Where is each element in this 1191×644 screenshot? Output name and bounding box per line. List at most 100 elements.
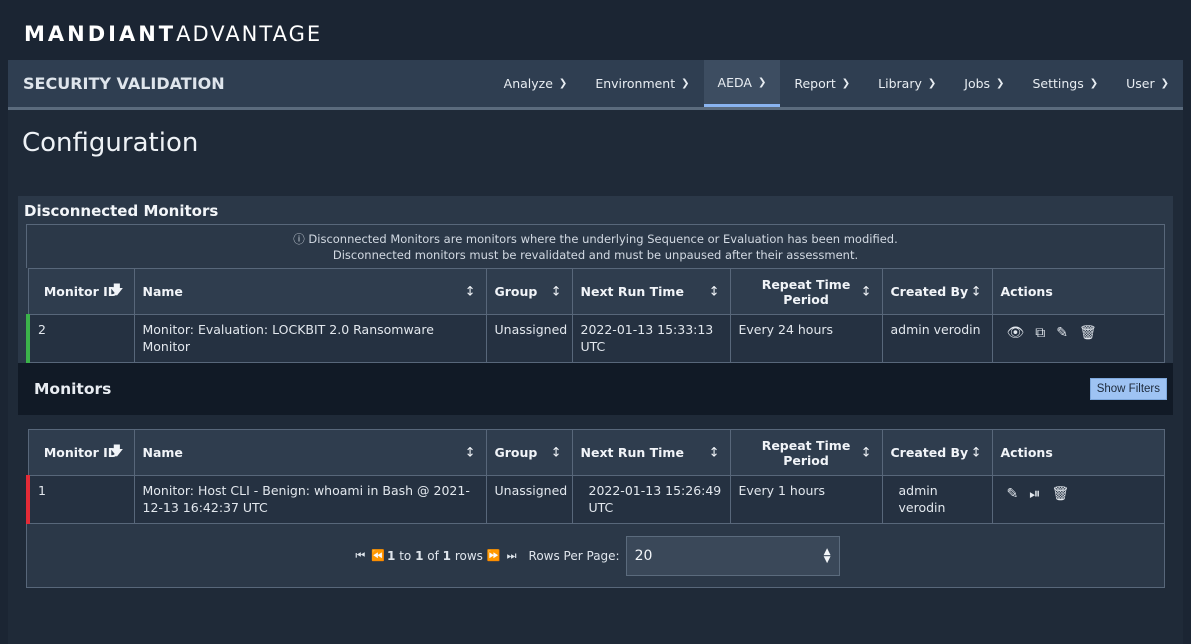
cell-created-by: admin verodin <box>881 314 993 363</box>
col-group[interactable]: Group ↕ <box>485 268 573 315</box>
disconnected-monitors-panel: ⓘ Disconnected Monitors are monitors whe… <box>18 224 1173 415</box>
range-rows-word: rows <box>454 548 483 563</box>
nav-item-jobs[interactable]: Jobs ❯ <box>950 60 1018 107</box>
monitors-panel: Monitor ID 🡇 Name ↕ Group ↕ Next Run Time ↕ … <box>18 415 1173 606</box>
nav-item-environment[interactable]: Environment ❯ <box>581 60 703 107</box>
sort-icon: ↕ <box>708 445 720 460</box>
cell-monitor-id: 2 <box>26 314 135 363</box>
sort-icon: ↕ <box>970 284 982 299</box>
page-title: Configuration <box>22 128 199 158</box>
cell-actions: ✎ ⏯ 🗑 <box>991 475 1165 524</box>
first-page-icon[interactable]: ⏮ <box>355 549 365 563</box>
col-label: Repeat Time Period <box>761 437 851 468</box>
arrow-down-icon: 🡇 <box>110 443 124 459</box>
nav-label: AEDA <box>717 74 752 90</box>
monitors-table: Monitor ID 🡇 Name ↕ Group ↕ Next Run Time ↕ … <box>26 429 1165 524</box>
app-window: MANDIANT ADVANTAGE SECURITY VALIDATION A… <box>8 8 1183 644</box>
sort-icon: ↕ <box>970 445 982 460</box>
show-filters-button[interactable]: Show Filters <box>1089 378 1167 400</box>
col-label: Actions <box>1000 445 1053 460</box>
trash-icon[interactable]: 🗑 <box>1051 486 1069 503</box>
col-name[interactable]: Name ↕ <box>133 268 487 315</box>
sort-icon: ↕ <box>708 284 720 299</box>
col-label: Monitor ID <box>43 445 119 460</box>
col-label: Name <box>142 445 183 460</box>
col-label: Next Run Time <box>580 445 684 460</box>
col-name[interactable]: Name ↕ <box>133 429 487 476</box>
col-label: Created By <box>890 445 969 460</box>
external-link-icon[interactable]: ⧉ <box>1035 325 1045 342</box>
cell-name: Monitor: Evaluation: LOCKBIT 2.0 Ransomw… <box>133 314 487 363</box>
section-title: SECURITY VALIDATION <box>23 74 225 93</box>
sort-icon: ↕ <box>860 445 872 460</box>
nav-label: Jobs <box>964 76 991 91</box>
col-created-by[interactable]: Created By ↕ <box>881 268 993 315</box>
range-total: 1 <box>442 548 452 563</box>
nav-item-report[interactable]: Report ❯ <box>780 60 864 107</box>
col-next-run[interactable]: Next Run Time ↕ <box>571 429 731 476</box>
col-monitor-id[interactable]: Monitor ID 🡇 <box>27 268 135 315</box>
nav-menu: Analyze ❯ Environment ❯ AEDA ❯ Report ❯ Libr… <box>490 60 1183 107</box>
monitors-header-bar: Monitors Show Filters <box>18 363 1173 415</box>
nav-label: User <box>1126 76 1155 91</box>
notice-line-2: Disconnected monitors must be revalidate… <box>332 248 859 262</box>
disconnected-notice: ⓘ Disconnected Monitors are monitors whe… <box>26 224 1165 268</box>
chevron-down-icon: ❯ <box>757 76 767 88</box>
rows-per-page-value: 20 <box>634 547 653 564</box>
table-header-row: Monitor ID 🡇 Name ↕ Group ↕ Next Run Time ↕ … <box>27 268 1165 315</box>
nav-item-settings[interactable]: Settings ❯ <box>1018 60 1112 107</box>
col-label: Repeat Time Period <box>761 276 851 307</box>
chevron-down-icon: ❯ <box>841 78 851 89</box>
col-label: Next Run Time <box>580 284 684 299</box>
chevron-down-icon: ❯ <box>681 78 690 89</box>
cell-name: Monitor: Host CLI - Benign: whoami in Ba… <box>133 475 487 524</box>
pause-icon[interactable]: ⏯ <box>1029 486 1040 503</box>
nav-item-library[interactable]: Library ❯ <box>864 60 950 107</box>
col-actions: Actions <box>991 429 1165 476</box>
chevron-down-icon: ❯ <box>558 78 568 89</box>
chevron-down-icon: ❯ <box>1089 78 1099 89</box>
pencil-icon[interactable]: ✎ <box>1056 325 1068 342</box>
next-page-icon[interactable]: ⏩ <box>487 549 501 562</box>
nav-label: Report <box>794 76 836 91</box>
pencil-icon[interactable]: ✎ <box>1007 486 1019 503</box>
disconnected-monitors-table: Monitor ID 🡇 Name ↕ Group ↕ Next Run Time ↕ … <box>26 268 1165 363</box>
cell-created-by: admin verodin <box>881 475 993 524</box>
brand-logo-part1: MANDIANT <box>24 22 177 46</box>
sort-icon: ↕ <box>550 284 562 299</box>
col-next-run[interactable]: Next Run Time ↕ <box>571 268 731 315</box>
prev-page-icon[interactable]: ⏪ <box>371 549 385 562</box>
last-page-icon[interactable]: ⏭ <box>507 549 517 563</box>
col-monitor-id[interactable]: Monitor ID 🡇 <box>27 429 135 476</box>
col-created-by[interactable]: Created By ↕ <box>881 429 993 476</box>
cell-repeat: Every 1 hours <box>729 475 883 524</box>
sort-icon: ↕ <box>464 445 476 460</box>
cell-actions: 👁 ⧉ ✎ 🗑 <box>991 314 1165 363</box>
col-repeat-period[interactable]: Repeat Time Period ↕ <box>729 268 883 315</box>
select-caret-icon: ▲ ▼ <box>823 546 831 565</box>
col-label: Group <box>494 284 538 299</box>
col-label: Name <box>142 284 183 299</box>
cell-group: Unassigned <box>485 475 573 524</box>
nav-item-analyze[interactable]: Analyze ❯ <box>490 60 582 107</box>
table-row: 2 Monitor: Evaluation: LOCKBIT 2.0 Ranso… <box>26 314 1165 363</box>
range-of: of <box>427 548 439 563</box>
nav-label: Library <box>878 76 922 91</box>
nav-item-aeda[interactable]: AEDA ❯ <box>703 60 781 107</box>
pagination-bar: ⏮ ⏪ 1 to 1 of 1 rows ⏩ ⏭ Rows Per Page: … <box>26 524 1165 588</box>
arrow-down-icon: 🡇 <box>110 282 124 298</box>
sort-icon: ↕ <box>464 284 476 299</box>
col-group[interactable]: Group ↕ <box>485 429 573 476</box>
range-end: 1 <box>415 548 424 563</box>
nav-item-user[interactable]: User ❯ <box>1112 60 1183 107</box>
rows-per-page-select[interactable]: 20 ▲ ▼ <box>625 535 840 576</box>
cell-repeat: Every 24 hours <box>729 314 883 363</box>
trash-icon[interactable]: 🗑 <box>1079 325 1097 342</box>
eye-icon[interactable]: 👁 <box>1007 325 1025 342</box>
cell-group: Unassigned <box>485 314 573 363</box>
col-repeat-period[interactable]: Repeat Time Period ↕ <box>729 429 883 476</box>
monitors-heading: Monitors <box>34 380 112 398</box>
chevron-down-icon: ❯ <box>1160 78 1169 89</box>
sort-icon: ↕ <box>550 445 562 460</box>
nav-label: Analyze <box>503 76 553 91</box>
